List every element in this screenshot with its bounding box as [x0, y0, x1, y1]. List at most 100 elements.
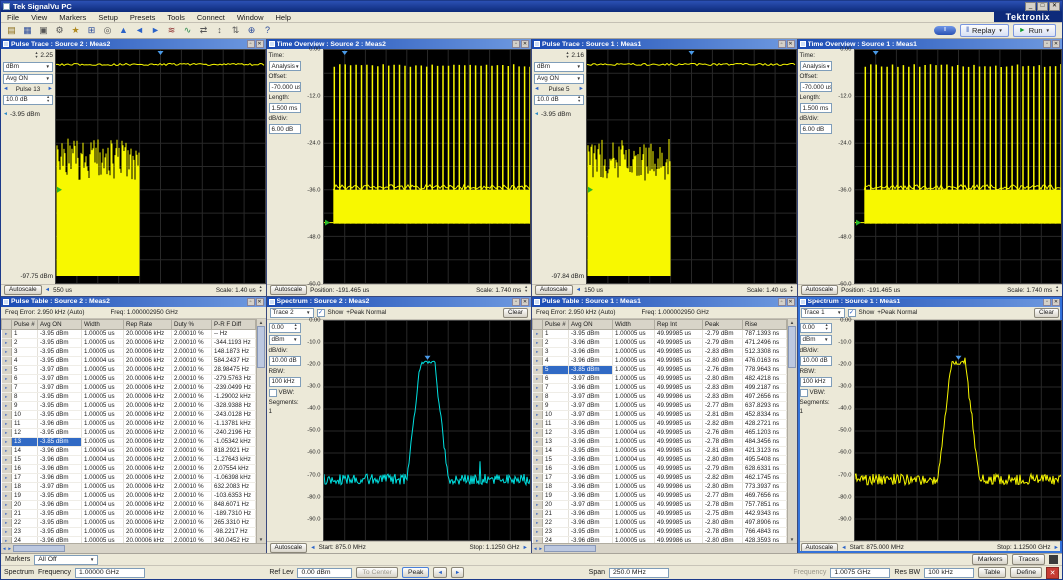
panel-close-button[interactable]: ✕ — [787, 298, 795, 306]
table-row[interactable]: ▸15-3.96 dBm1.00004 us20.00006 kHz2.0001… — [2, 455, 256, 464]
panel-close-button[interactable]: ✕ — [256, 40, 264, 48]
table-row[interactable]: ▸21-3.95 dBm1.00005 us20.00006 kHz2.0001… — [2, 509, 256, 518]
column-header[interactable]: Rise — [743, 319, 787, 329]
pulse-selector[interactable]: ◄Pulse 13► — [3, 86, 53, 93]
column-header[interactable]: Pulse # — [543, 319, 569, 329]
marker-icon[interactable]: ◎ — [100, 24, 115, 37]
table-row[interactable]: ▸7-3.97 dBm1.00005 us20.00006 kHz2.00010… — [2, 383, 256, 392]
table-row[interactable]: ▸20-3.97 dBm1.00005 us49.99985 us-2.78 d… — [533, 500, 787, 509]
table-row[interactable]: ▸16-3.96 dBm1.00005 us49.99985 us-2.79 d… — [533, 464, 787, 473]
replay-button[interactable]: ‖Replay▼ — [960, 24, 1009, 37]
column-header[interactable]: Peak — [703, 319, 743, 329]
table-row[interactable]: ▸11-3.96 dBm1.00005 us49.99985 us-2.82 d… — [533, 419, 787, 428]
scroll-down-icon[interactable]: ▼ — [790, 537, 794, 542]
units-dropdown[interactable]: dBm▼ — [3, 62, 53, 72]
peak-left-button[interactable]: ◄ — [433, 567, 446, 578]
scrollbar-thumb[interactable] — [13, 545, 65, 552]
table-row[interactable]: ▸22-3.96 dBm1.00005 us49.99985 us-2.80 d… — [533, 518, 787, 527]
table-row[interactable]: ▸21-3.96 dBm1.00005 us49.99985 us-2.75 d… — [533, 509, 787, 518]
panel-close-button[interactable]: ✕ — [256, 298, 264, 306]
displays-icon[interactable]: ⊞ — [84, 24, 99, 37]
table-row[interactable]: ▸20-3.96 dBm1.00004 us20.00006 kHz2.0001… — [2, 500, 256, 509]
scroll-left-icon[interactable]: ◄ — [2, 546, 6, 551]
pause-indicator-icon[interactable]: ‖ — [934, 26, 956, 35]
db-per-div-field[interactable]: 6.00 dB — [269, 124, 301, 134]
table-row[interactable]: ▸8-3.97 dBm1.00005 us49.99986 us-2.83 dB… — [533, 392, 787, 401]
panel-close-button[interactable]: ✕ — [521, 40, 529, 48]
column-header[interactable]: Duty % — [172, 319, 212, 329]
table-row[interactable]: ▸17-3.96 dBm1.00005 us49.99985 us-2.82 d… — [533, 473, 787, 482]
autoscale-button[interactable]: Autoscale — [270, 543, 308, 553]
menu-window[interactable]: Window — [231, 13, 270, 22]
panel-titlebar[interactable]: Pulse Table : Source 2 : Meas2 ▫✕ — [1, 297, 266, 307]
scale-spinner[interactable]: ▲▼ — [1055, 286, 1059, 294]
trace-dropdown[interactable]: Trace 1▼ — [801, 308, 845, 318]
horizontal-scrollbar[interactable]: ◄► — [532, 543, 797, 553]
panel-pin-button[interactable]: ▫ — [512, 298, 520, 306]
panel-titlebar[interactable]: Pulse Table : Source 1 : Meas1 ▫✕ — [532, 297, 797, 307]
table-row[interactable]: ▸23-3.95 dBm1.00005 us20.00006 kHz2.0001… — [2, 527, 256, 536]
prev-pulse-icon[interactable]: ◄ — [3, 86, 8, 92]
scroll-down-icon[interactable]: ▼ — [259, 537, 263, 542]
rbw-field[interactable]: 100 kHz — [269, 377, 301, 387]
close-measurement-button[interactable]: ✕ — [1046, 567, 1059, 579]
table-row[interactable]: ▸10-3.97 dBm1.00005 us49.99985 us-2.81 d… — [533, 410, 787, 419]
db-per-div-field[interactable]: 10.0 dB▲▼ — [534, 95, 584, 105]
setup-gear-icon[interactable]: ⚙ — [52, 24, 67, 37]
table-row[interactable]: ▸4-3.95 dBm1.00004 us20.00006 kHz2.00010… — [2, 356, 256, 365]
prev-pulse-icon[interactable]: ◄ — [534, 86, 539, 92]
result-dropdown[interactable]: Avg ON▼ — [534, 74, 584, 84]
table-row[interactable]: ▸9-3.95 dBm1.00005 us20.00006 kHz2.00010… — [2, 401, 256, 410]
table-row[interactable]: ▸5-3.97 dBm1.00005 us20.00006 kHz2.00010… — [2, 365, 256, 374]
result-dropdown[interactable]: Avg ON▼ — [3, 74, 53, 84]
panel-close-button[interactable]: ✕ — [521, 298, 529, 306]
table-row[interactable]: ▸18-3.96 dBm1.00005 us49.99986 us-2.80 d… — [533, 482, 787, 491]
panel-pin-button[interactable]: ▫ — [1043, 40, 1051, 48]
frequency-icon[interactable]: ⇅ — [228, 24, 243, 37]
pulse-selector[interactable]: ◄Pulse 5► — [534, 86, 584, 93]
markers-mode-dropdown[interactable]: All Off▼ — [34, 555, 98, 565]
panel-pin-button[interactable]: ▫ — [778, 40, 786, 48]
vertical-scrollbar[interactable]: ▲▼ — [256, 319, 266, 544]
ref-level-field[interactable]: 0.00▲▼ — [800, 323, 832, 333]
res-bw-field[interactable]: 100 kHz — [924, 568, 974, 578]
ref-level-spinner[interactable]: ▲▼ — [294, 324, 298, 332]
panel-titlebar[interactable]: Pulse Trace : Source 1 : Meas1 ▫✕ — [532, 39, 797, 49]
table-row[interactable]: ▸14-3.95 dBm1.00005 us49.99985 us-2.81 d… — [533, 446, 787, 455]
units-dropdown[interactable]: dBm▼ — [534, 62, 584, 72]
clear-button[interactable]: Clear — [503, 308, 528, 318]
spectrum-graph[interactable] — [854, 320, 1063, 542]
amplitude-icon[interactable]: ↕ — [212, 24, 227, 37]
table-row[interactable]: ▸17-3.96 dBm1.00005 us20.00006 kHz2.0001… — [2, 473, 256, 482]
scroll-up-icon[interactable]: ▲ — [790, 320, 794, 325]
autoscale-button[interactable]: Autoscale — [270, 285, 308, 295]
pulse-trace-graph[interactable] — [55, 49, 266, 284]
panel-close-button[interactable]: ✕ — [787, 40, 795, 48]
table-row[interactable]: ▸15-3.96 dBm1.00004 us49.99985 us-2.80 d… — [533, 455, 787, 464]
pan-left-icon[interactable]: ◄ — [45, 287, 50, 293]
trigger-icon[interactable]: ≋ — [164, 24, 179, 37]
maximize-button[interactable]: □ — [1037, 2, 1048, 11]
acquire-icon[interactable]: ∿ — [180, 24, 195, 37]
table-row[interactable]: ▸23-3.95 dBm1.00005 us49.99985 us-2.78 d… — [533, 527, 787, 536]
save-icon[interactable]: ▦ — [20, 24, 35, 37]
table-row[interactable]: ▸3-3.96 dBm1.00005 us49.99985 us-2.83 dB… — [533, 347, 787, 356]
ref-lev-field[interactable]: 0.00 dBm — [297, 568, 352, 578]
table-row[interactable]: ▸5-3.85 dBm1.00005 us49.99985 us-2.76 dB… — [533, 365, 787, 374]
panel-pin-button[interactable]: ▫ — [247, 40, 255, 48]
table-row[interactable]: ▸1-3.95 dBm1.00005 us49.99985 us-2.79 dB… — [533, 329, 787, 338]
minimize-button[interactable]: _ — [1025, 2, 1036, 11]
frequency-field[interactable]: 1.00000 GHz — [75, 568, 145, 578]
scroll-left-icon[interactable]: ◄ — [533, 546, 537, 551]
pan-left-icon[interactable]: ◄ — [841, 545, 846, 551]
table-panel-button[interactable]: Table — [978, 567, 1006, 578]
vertical-scrollbar[interactable]: ▲▼ — [787, 319, 797, 544]
vbw-checkbox[interactable] — [269, 389, 277, 397]
vbw-checkbox[interactable] — [800, 389, 808, 397]
offset-field[interactable]: -70.000 us — [800, 82, 832, 92]
db-per-div-field[interactable]: 6.00 dB — [800, 124, 832, 134]
show-checkbox[interactable]: ✓ — [848, 309, 856, 317]
horizontal-scrollbar[interactable]: ◄► — [1, 543, 266, 553]
table-row[interactable]: ▸24-3.96 dBm1.00005 us49.99986 us-2.80 d… — [533, 536, 787, 543]
menu-presets[interactable]: Presets — [124, 13, 161, 22]
